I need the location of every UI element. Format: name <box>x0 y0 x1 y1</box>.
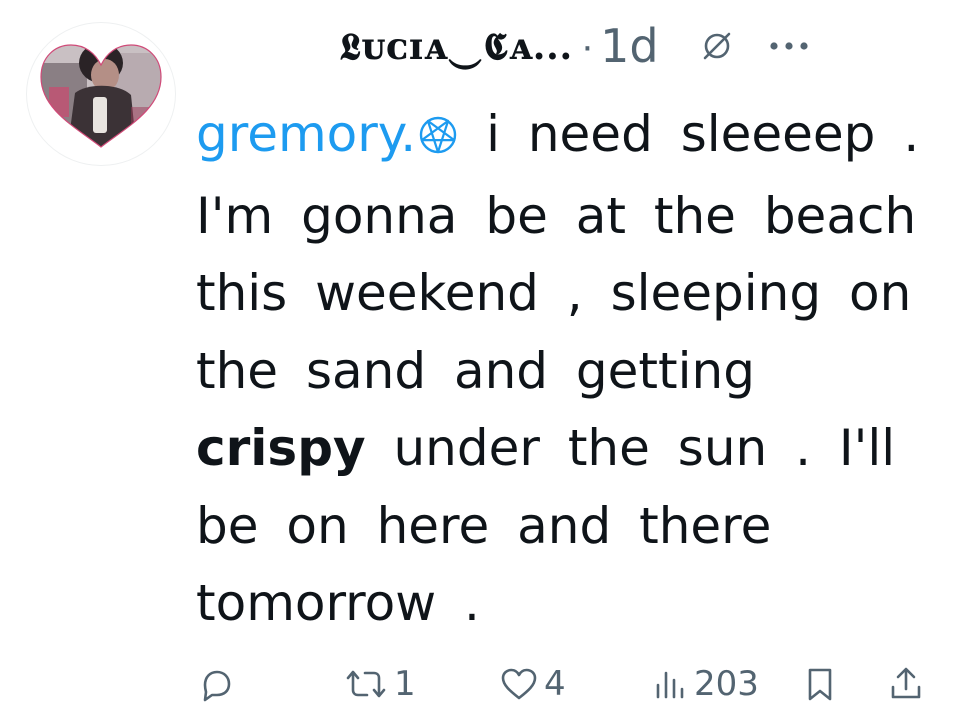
like-icon <box>501 668 537 700</box>
views-button[interactable]: 203 <box>650 654 759 714</box>
like-button[interactable]: 4 <box>498 654 566 714</box>
repost-button[interactable]: 1 <box>342 654 416 714</box>
bold-word: crispy <box>196 419 366 477</box>
separator: · <box>580 23 595 68</box>
timestamp[interactable]: 1d <box>600 19 658 73</box>
pentagram-icon <box>418 100 458 178</box>
reply-icon <box>203 670 231 702</box>
share-button[interactable] <box>886 654 926 714</box>
post-text: gremory. i need sleeeep . I'm gonna be a… <box>196 96 936 643</box>
repost-count: 1 <box>394 664 416 704</box>
view-count: 203 <box>694 664 759 704</box>
action-bar: 1 4 203 <box>0 654 960 714</box>
muted-icon[interactable] <box>697 26 737 66</box>
display-name[interactable]: 𝕷ᴜᴄɪᴀ‿𝕮ᴀ... <box>340 24 573 69</box>
repost-icon <box>346 670 386 698</box>
views-icon <box>656 671 684 699</box>
share-icon <box>891 667 921 699</box>
bookmark-icon <box>808 668 832 701</box>
mention-link[interactable]: gremory. <box>196 105 458 163</box>
post-header: 𝕷ᴜᴄɪᴀ‿𝕮ᴀ... · 1d <box>340 14 940 78</box>
like-count: 4 <box>544 664 566 704</box>
avatar[interactable] <box>26 22 176 166</box>
more-icon[interactable] <box>767 39 811 53</box>
reply-button[interactable] <box>196 654 240 714</box>
bookmark-button[interactable] <box>800 654 840 714</box>
avatar-heart-photo <box>40 44 162 148</box>
